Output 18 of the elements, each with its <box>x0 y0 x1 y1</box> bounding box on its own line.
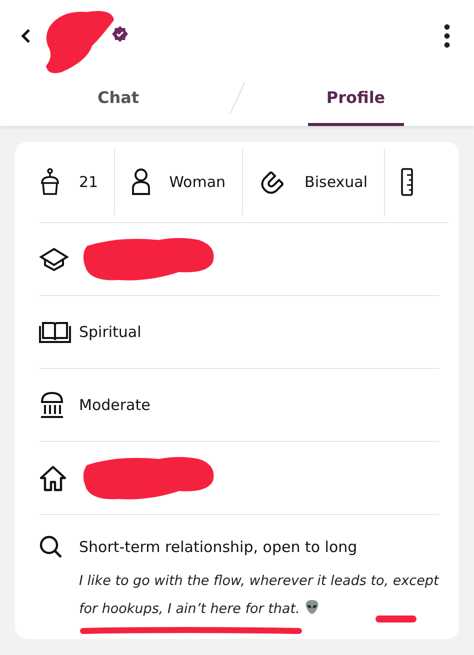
house-icon <box>39 464 67 492</box>
person-icon <box>131 168 152 196</box>
search-icon <box>39 535 63 559</box>
row-value: Spiritual <box>79 323 142 341</box>
government-building-icon <box>39 391 65 419</box>
bio-note: I like to go with the flow, wherever it leads to, except for hookups, I ain’t here for that. <box>79 572 439 619</box>
more-options-icon[interactable] <box>444 24 450 48</box>
cake-icon <box>39 168 61 196</box>
graduation-cap-icon <box>39 246 69 272</box>
stat-value: Woman <box>169 173 226 191</box>
tab[interactable]: Chat <box>70 72 166 126</box>
ruler-icon <box>400 168 413 196</box>
stat-value: 21 <box>79 173 98 191</box>
row-value: Moderate <box>79 396 150 414</box>
stat-value: Bisexual <box>304 173 368 191</box>
book-icon <box>39 320 71 344</box>
row-value: Short-term relationship, open to long <box>79 538 358 556</box>
back-icon[interactable] <box>20 28 32 44</box>
